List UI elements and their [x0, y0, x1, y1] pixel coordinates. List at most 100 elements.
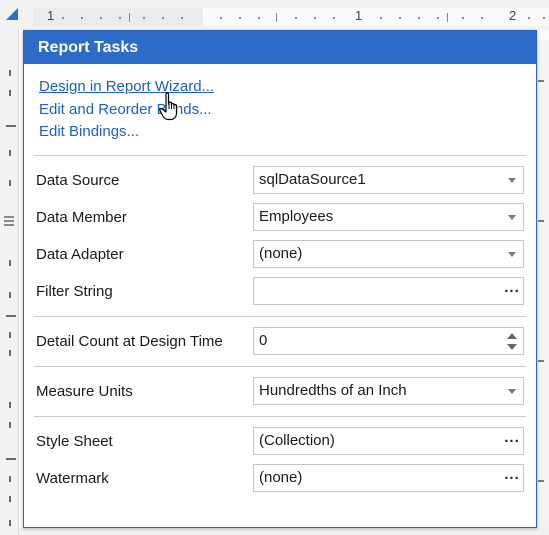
- chevron-down-icon[interactable]: [501, 204, 523, 230]
- ruler-tick: [399, 17, 401, 19]
- design-surface-edge: [535, 40, 549, 535]
- ruler-tick: [9, 496, 11, 502]
- ruler-tick: [9, 180, 11, 186]
- ruler-tick: [6, 458, 16, 460]
- ruler-tick: [119, 17, 121, 19]
- property-row-watermark: Watermark (none) ...: [24, 460, 536, 497]
- property-row-data-member: Data Member Employees: [24, 199, 536, 236]
- ruler-tick: [333, 17, 335, 19]
- bottom-ruler: [19, 527, 549, 535]
- dropdown-value: sqlDataSource1: [259, 171, 366, 188]
- ruler-tick: [538, 480, 544, 482]
- hand-pointer-icon: [159, 92, 178, 121]
- ruler-tick: [220, 17, 222, 19]
- property-row-detail-count: Detail Count at Design Time 0: [24, 323, 536, 360]
- ruler-tick: [9, 350, 11, 356]
- ruler-tick: [528, 17, 530, 19]
- data-member-dropdown[interactable]: Employees: [253, 203, 524, 231]
- property-label: Filter String: [36, 282, 113, 300]
- band-grip-icon[interactable]: [4, 220, 14, 222]
- design-in-report-wizard-link[interactable]: Design in Report Wizard...: [39, 76, 536, 99]
- ruler-tick: [9, 476, 11, 482]
- vertical-ruler: [0, 30, 19, 535]
- edit-bindings-link[interactable]: Edit Bindings...: [39, 121, 536, 144]
- ellipsis-icon[interactable]: ...: [501, 465, 523, 491]
- watermark-field[interactable]: (none) ...: [253, 464, 524, 492]
- field-value: (none): [259, 469, 303, 486]
- property-row-filter-string: Filter String ...: [24, 273, 536, 310]
- ruler-tick: [9, 90, 11, 96]
- dropdown-value: Hundredths of an Inch: [259, 382, 407, 399]
- ruler-tick: [314, 17, 316, 19]
- action-links: Design in Report Wizard... Edit and Reor…: [24, 64, 536, 144]
- ruler-tick: [162, 17, 164, 19]
- filter-string-field[interactable]: ...: [253, 277, 524, 305]
- ruler-tick: [100, 17, 102, 19]
- ruler-tick: [62, 17, 64, 19]
- property-label: Data Member: [36, 208, 127, 226]
- measure-units-dropdown[interactable]: Hundredths of an Inch: [253, 377, 524, 405]
- property-label: Detail Count at Design Time: [36, 332, 223, 350]
- ruler-tick: [418, 17, 420, 19]
- edit-and-reorder-bands-link[interactable]: Edit and Reorder Bands...: [39, 99, 536, 122]
- ruler-strip-page: [203, 8, 549, 26]
- ruler-tick: [447, 13, 448, 22]
- ruler-tick: [481, 17, 483, 19]
- ruler-tick: [538, 220, 544, 222]
- report-tasks-panel: Report Tasks Design in Report Wizard... …: [23, 30, 537, 528]
- ruler-tick: [9, 150, 11, 156]
- data-source-dropdown[interactable]: sqlDataSource1: [253, 166, 524, 194]
- band-grip-icon[interactable]: [4, 224, 14, 226]
- ruler-tick: [9, 260, 11, 266]
- band-grip-icon[interactable]: [4, 216, 14, 218]
- property-label: Style Sheet: [36, 432, 113, 450]
- ruler-tick: [9, 70, 11, 76]
- ruler-mark: 1: [355, 8, 363, 23]
- panel-title: Report Tasks: [24, 31, 536, 64]
- chevron-down-icon[interactable]: [501, 167, 523, 193]
- ellipsis-icon[interactable]: ...: [501, 278, 523, 304]
- ruler-tick: [9, 292, 11, 298]
- ruler-tick: [9, 332, 11, 338]
- ruler-tick: [9, 422, 11, 428]
- field-value: (Collection): [259, 432, 335, 449]
- dropdown-value: (none): [259, 245, 303, 262]
- ruler-tick: [543, 17, 545, 19]
- ruler-tick: [437, 17, 439, 19]
- ellipsis-icon[interactable]: ...: [501, 428, 523, 454]
- ruler-tick: [380, 17, 382, 19]
- detail-count-spinner[interactable]: 0: [253, 327, 524, 355]
- ruler-tick: [81, 17, 83, 19]
- ruler-tick: [538, 80, 544, 82]
- ruler-tick: [538, 360, 544, 362]
- property-row-style-sheet: Style Sheet (Collection) ...: [24, 423, 536, 460]
- ruler-tick: [239, 17, 241, 19]
- ruler-tick: [9, 402, 11, 408]
- chevron-down-icon[interactable]: [501, 378, 523, 404]
- data-adapter-dropdown[interactable]: (none): [253, 240, 524, 268]
- ruler-tick: [143, 17, 145, 19]
- ruler-tick: [462, 17, 464, 19]
- spinner-value: 0: [259, 332, 268, 349]
- ruler-tick: [9, 520, 11, 526]
- property-label: Data Source: [36, 171, 120, 189]
- style-sheet-field[interactable]: (Collection) ...: [253, 427, 524, 455]
- ruler-corner-icon[interactable]: [6, 8, 18, 20]
- property-label: Data Adapter: [36, 245, 124, 263]
- ruler-tick: [258, 17, 260, 19]
- ruler-tick: [6, 315, 16, 317]
- property-row-data-source: Data Source sqlDataSource1: [24, 162, 536, 199]
- property-label: Watermark: [36, 469, 109, 487]
- ruler-mark: 2: [509, 8, 517, 23]
- ruler-tick: [276, 13, 277, 22]
- chevron-down-icon[interactable]: [501, 241, 523, 267]
- property-row-data-adapter: Data Adapter (none): [24, 236, 536, 273]
- horizontal-ruler: 1 1 2: [0, 0, 549, 31]
- property-label: Measure Units: [36, 382, 133, 400]
- ruler-mark: 1: [47, 8, 55, 23]
- dropdown-value: Employees: [259, 208, 334, 225]
- property-row-measure-units: Measure Units Hundredths of an Inch: [24, 373, 536, 410]
- spinner-icon[interactable]: [501, 328, 523, 354]
- ruler-tick: [6, 125, 16, 127]
- ruler-tick: [181, 17, 183, 19]
